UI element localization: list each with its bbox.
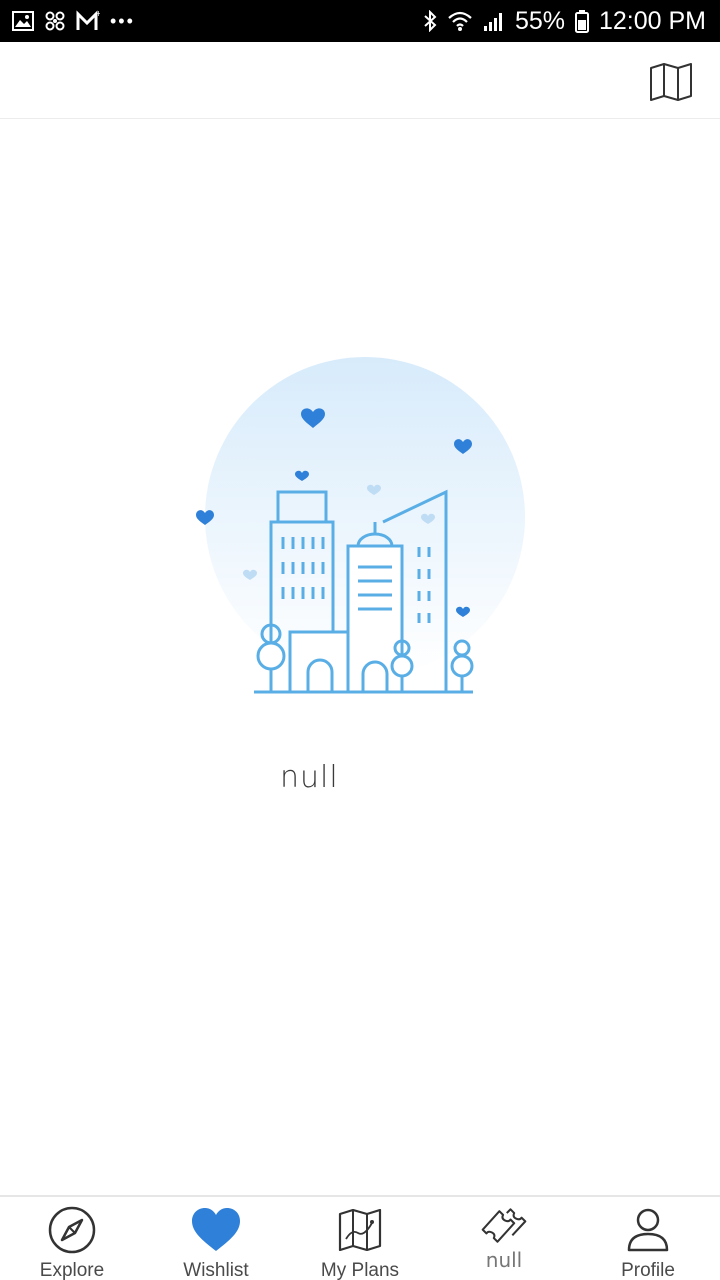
status-bar-left: + ••• xyxy=(12,9,135,33)
folded-map-icon xyxy=(335,1207,385,1253)
nav-label-explore: Explore xyxy=(39,1260,105,1280)
nav-item-profile[interactable]: Profile xyxy=(576,1197,720,1280)
more-notifications-icon: ••• xyxy=(110,11,135,31)
clock: 12:00 PM xyxy=(598,6,706,35)
nav-label-my-plans: My Plans xyxy=(320,1260,400,1280)
nav-item-wishlist[interactable]: Wishlist xyxy=(144,1197,288,1280)
map-view-button[interactable] xyxy=(648,62,694,106)
empty-state-message: null xyxy=(280,760,339,795)
battery-icon xyxy=(574,9,589,33)
nav-label-wishlist: Wishlist xyxy=(183,1260,249,1280)
person-icon xyxy=(623,1207,673,1253)
nav-item-my-plans[interactable]: My Plans xyxy=(288,1197,432,1280)
bottom-navigation: Explore Wishlist My Plans null Profile xyxy=(0,1195,720,1280)
empty-state-illustration xyxy=(190,350,540,710)
nav-item-explore[interactable]: Explore xyxy=(0,1197,144,1280)
signal-icon xyxy=(483,9,505,33)
status-bar: + ••• 55% 12:00 PM xyxy=(0,0,720,42)
nav-label-tickets: null xyxy=(485,1248,523,1272)
pinwheel-icon xyxy=(44,9,66,33)
heart-icon xyxy=(191,1207,241,1253)
app-bar xyxy=(0,42,720,119)
nav-label-profile: Profile xyxy=(621,1260,675,1280)
compass-icon xyxy=(47,1206,97,1254)
wifi-icon xyxy=(447,9,473,33)
map-icon xyxy=(649,62,693,106)
svg-text:+: + xyxy=(95,10,100,18)
bluetooth-icon xyxy=(423,9,437,33)
image-icon xyxy=(12,9,34,33)
battery-percent: 55% xyxy=(514,6,565,35)
nav-item-tickets[interactable]: null xyxy=(432,1197,576,1280)
status-bar-right: 55% 12:00 PM xyxy=(423,7,706,36)
tickets-icon xyxy=(479,1203,529,1249)
gmail-icon: + xyxy=(76,9,100,33)
